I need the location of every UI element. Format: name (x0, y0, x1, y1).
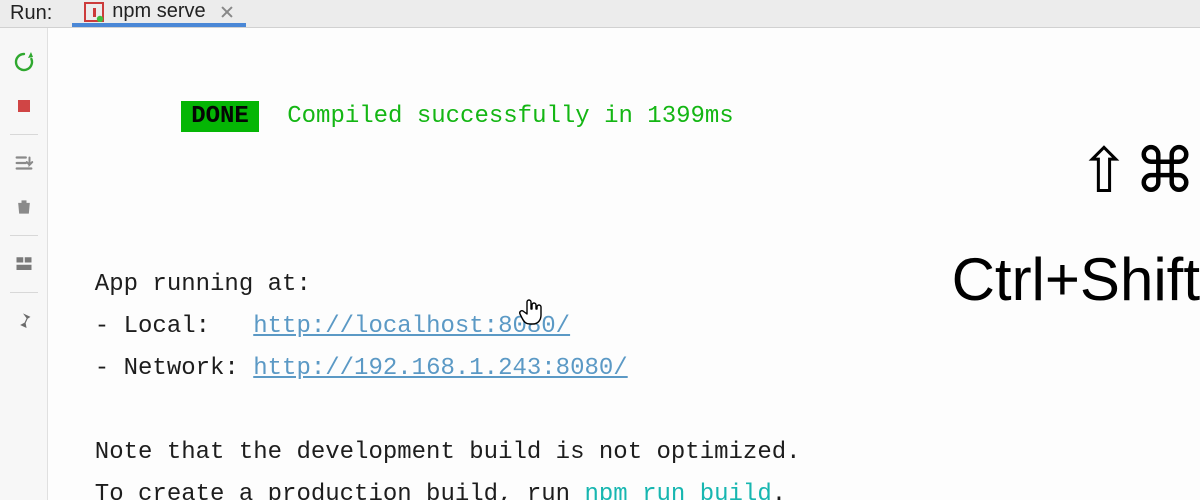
tab-npm-serve[interactable]: npm serve (72, 0, 245, 27)
compiled-message: Compiled successfully in 1399ms (273, 103, 734, 130)
status-badge: DONE (181, 101, 259, 132)
separator (10, 292, 38, 293)
rerun-icon[interactable] (10, 48, 38, 76)
scroll-to-end-icon[interactable] (10, 149, 38, 177)
app-running-label: App running at: (66, 264, 1182, 306)
note-line-2a: To create a production build, run (66, 481, 584, 500)
local-label: - Local: (66, 313, 253, 340)
tab-bar: Run: npm serve (0, 0, 1200, 28)
run-label: Run: (10, 2, 52, 25)
npm-run-build-code: npm run build (584, 481, 771, 500)
network-url-link[interactable]: http://192.168.1.243:8080/ (253, 355, 627, 382)
npm-icon (84, 2, 104, 22)
tool-gutter (0, 28, 48, 500)
separator (10, 235, 38, 236)
separator (10, 134, 38, 135)
note-line-1: Note that the development build is not o… (66, 432, 1182, 474)
network-label: - Network: (66, 355, 253, 382)
close-icon[interactable] (220, 5, 234, 19)
pin-icon[interactable] (10, 307, 38, 335)
local-url-link[interactable]: http://localhost:8080/ (253, 313, 570, 340)
trash-icon[interactable] (10, 193, 38, 221)
stop-icon[interactable] (10, 92, 38, 120)
tab-title: npm serve (112, 0, 205, 23)
layout-icon[interactable] (10, 250, 38, 278)
note-line-2c: . (772, 481, 786, 500)
console-output[interactable]: DONE Compiled successfully in 1399ms App… (48, 28, 1200, 500)
